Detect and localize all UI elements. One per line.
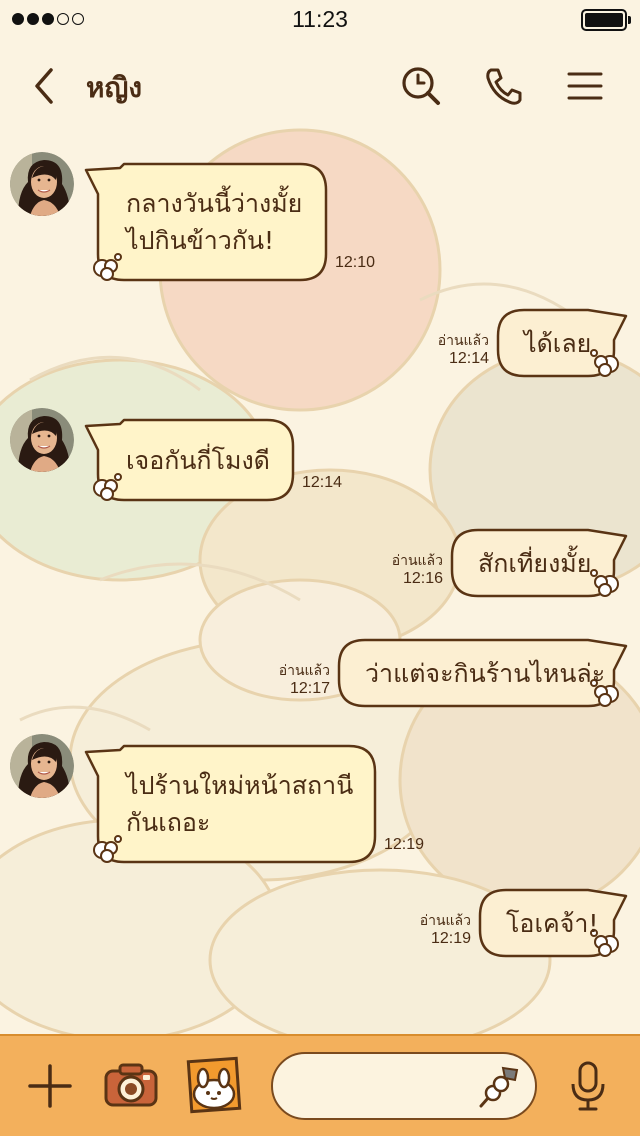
message-line: ไปกินข้าวกัน! bbox=[126, 226, 275, 255]
menu-icon bbox=[567, 72, 603, 100]
avatar-photo bbox=[10, 408, 74, 472]
message-time: 12:19 bbox=[384, 836, 425, 853]
microphone-button[interactable] bbox=[566, 1058, 610, 1114]
message-line: เจอกันกี่โมงดี bbox=[126, 445, 270, 475]
message-bubble[interactable]: โอเคจ้า! bbox=[478, 888, 628, 958]
message-line: กลางวันนี้ว่างมั้ย bbox=[126, 189, 303, 218]
message-line: ไปร้านใหม่หน้าสถานี bbox=[126, 771, 354, 800]
back-button[interactable] bbox=[20, 62, 68, 110]
message-text: ว่าแต่จะกินร้านไหนล่ะ bbox=[365, 655, 605, 692]
message-text: ได้เลย bbox=[524, 325, 591, 362]
read-receipt: อ่านแล้ว bbox=[437, 333, 489, 349]
sticker-icon bbox=[186, 1056, 242, 1114]
avatar-photo bbox=[10, 734, 74, 798]
message-bubble[interactable]: สักเที่ยงมั้ย bbox=[450, 528, 628, 598]
incoming-message: ไปร้านใหม่หน้าสถานีกันเถอะ 12:19 bbox=[0, 732, 640, 868]
add-button[interactable] bbox=[22, 1058, 78, 1114]
menu-button[interactable] bbox=[561, 62, 609, 110]
message-text: เจอกันกี่โมงดี bbox=[126, 442, 270, 479]
microphone-icon bbox=[571, 1061, 605, 1111]
message-bubble[interactable]: ได้เลย bbox=[496, 308, 628, 378]
plus-icon bbox=[28, 1064, 72, 1108]
chat-header: หญิง bbox=[0, 52, 640, 118]
message-line: สักเที่ยงมั้ย bbox=[478, 548, 592, 578]
incoming-message: เจอกันกี่โมงดี 12:14 bbox=[0, 406, 640, 506]
bottom-input-bar bbox=[0, 1034, 640, 1136]
chevron-left-icon bbox=[35, 68, 53, 104]
message-line: ได้เลย bbox=[524, 328, 592, 358]
status-time: 11:23 bbox=[292, 6, 348, 32]
message-time: 12:16 bbox=[402, 570, 443, 587]
chat-title: หญิง bbox=[86, 71, 142, 104]
dango-icon bbox=[479, 1066, 519, 1108]
message-line: กันเถอะ bbox=[126, 808, 211, 837]
outgoing-message: โอเคจ้า! อ่านแล้ว 12:19 bbox=[0, 888, 640, 976]
message-line: โอเคจ้า! bbox=[506, 908, 599, 938]
camera-button[interactable] bbox=[102, 1060, 160, 1110]
battery-icon bbox=[581, 9, 631, 31]
call-button[interactable] bbox=[480, 62, 528, 110]
message-bubble[interactable]: กลางวันนี้ว่างมั้ยไปกินข้าวกัน! bbox=[84, 162, 328, 282]
avatar[interactable] bbox=[10, 152, 74, 216]
read-receipt: อ่านแล้ว bbox=[391, 553, 443, 569]
phone-icon bbox=[486, 68, 522, 105]
message-time: 12:14 bbox=[302, 474, 343, 491]
read-receipt: อ่านแล้ว bbox=[419, 913, 471, 929]
read-receipt: อ่านแล้ว bbox=[278, 663, 330, 679]
avatar[interactable] bbox=[10, 408, 74, 472]
message-bubble[interactable]: ว่าแต่จะกินร้านไหนล่ะ bbox=[337, 638, 628, 708]
avatar-photo bbox=[10, 152, 74, 216]
message-time: 12:10 bbox=[335, 254, 376, 271]
incoming-message: กลางวันนี้ว่างมั้ยไปกินข้าวกัน! 12:10 bbox=[0, 150, 640, 286]
outgoing-message: สักเที่ยงมั้ย อ่านแล้ว 12:16 bbox=[0, 528, 640, 616]
message-time: 12:19 bbox=[430, 930, 471, 947]
search-icon bbox=[402, 67, 440, 105]
message-text: สักเที่ยงมั้ย bbox=[478, 545, 591, 582]
avatar[interactable] bbox=[10, 734, 74, 798]
message-bubble[interactable]: ไปร้านใหม่หน้าสถานีกันเถอะ bbox=[84, 744, 377, 864]
outgoing-message: ว่าแต่จะกินร้านไหนล่ะ อ่านแล้ว 12:17 bbox=[0, 638, 640, 726]
message-text: โอเคจ้า! bbox=[506, 905, 598, 942]
status-bar: 11:23 bbox=[0, 0, 640, 40]
message-text: ไปร้านใหม่หน้าสถานีกันเถอะ bbox=[126, 767, 353, 841]
outgoing-message: ได้เลย อ่านแล้ว 12:14 bbox=[0, 308, 640, 396]
message-text: กลางวันนี้ว่างมั้ยไปกินข้าวกัน! bbox=[126, 185, 302, 259]
message-input[interactable] bbox=[271, 1052, 537, 1120]
message-bubble[interactable]: เจอกันกี่โมงดี bbox=[84, 418, 295, 502]
message-line: ว่าแต่จะกินร้านไหนล่ะ bbox=[365, 658, 606, 688]
search-button[interactable] bbox=[397, 62, 445, 110]
message-time: 12:17 bbox=[289, 680, 330, 697]
camera-icon bbox=[104, 1063, 158, 1107]
sticker-button[interactable] bbox=[186, 1056, 242, 1114]
message-time: 12:14 bbox=[448, 350, 489, 367]
